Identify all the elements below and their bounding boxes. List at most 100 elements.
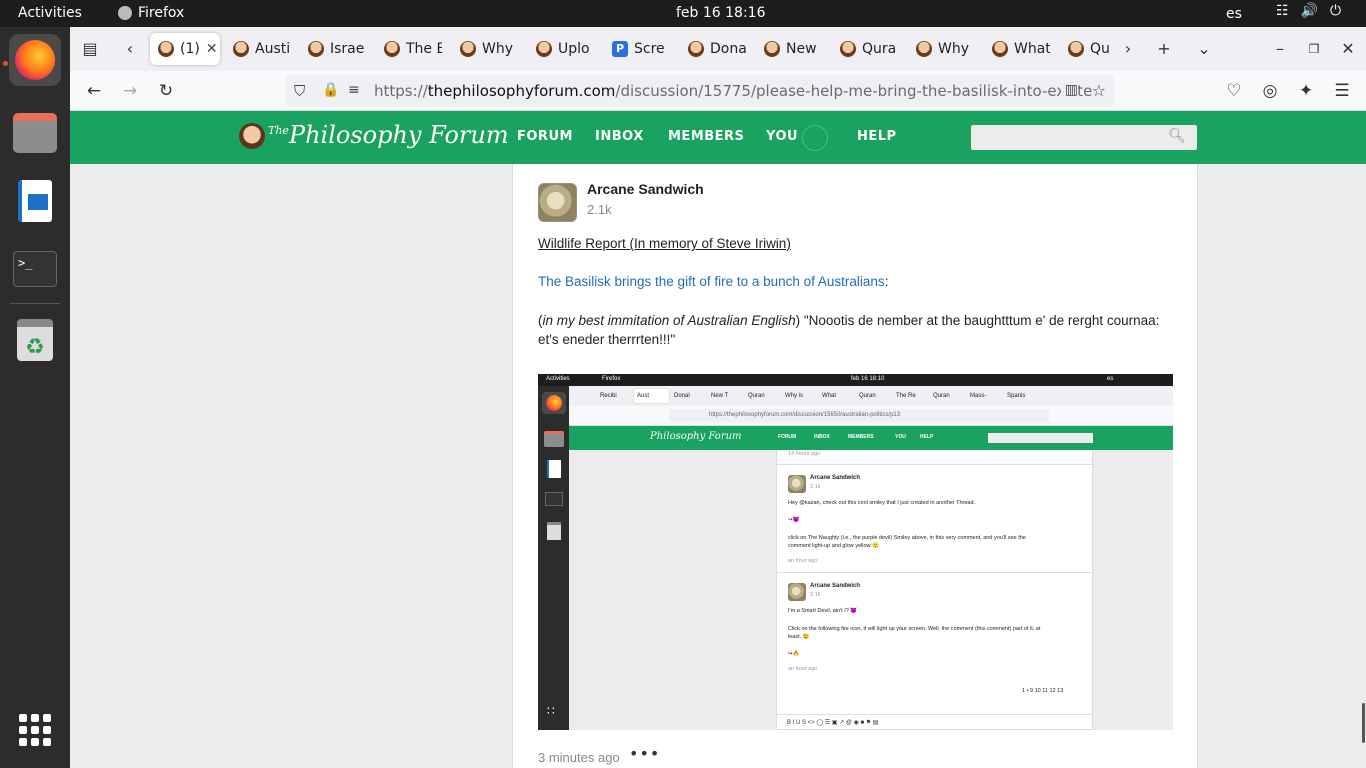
browser-tab[interactable]: Austi [225, 33, 293, 65]
system-tray[interactable]: ☷ 🔊 ⏻ [1276, 3, 1341, 19]
reload-icon[interactable]: ↻ [154, 79, 178, 103]
shot-editor-toolbar: B I U S <> ◯ ☰ ▣ ↗ @ ◉ ■ ⚑ ▤ [776, 714, 1093, 730]
new-tab-icon[interactable]: + [1152, 37, 1176, 61]
dock-files[interactable] [9, 107, 61, 159]
show-apps-icon[interactable] [19, 714, 51, 746]
back-icon[interactable]: ← [82, 79, 106, 103]
basilisk-fire-link[interactable]: The Basilisk brings the gift of fire to … [538, 274, 885, 289]
shot-c1-rep: 2.1k [810, 484, 821, 490]
shot-nav-bar: https://thephilosophyforum.com/discussio… [569, 406, 1173, 426]
url-bar[interactable]: ⛉ 🔒 ≡ https://thephilosophyforum.com/dis… [286, 75, 1114, 107]
close-window-icon[interactable]: ✕ [1336, 37, 1360, 61]
tab-manager-icon[interactable]: ▤ [78, 37, 102, 61]
forward-icon[interactable]: → [118, 79, 142, 103]
tab-label: Uplo [558, 41, 590, 57]
shot-clock: feb 16 18:10 [851, 376, 885, 382]
tab-label: New [786, 41, 817, 57]
shot-c2-line4: ↪🔥 [788, 651, 800, 657]
tab-label: Qu [1090, 41, 1110, 57]
forum-logo[interactable]: ThePhilosophy Forum [268, 121, 509, 149]
list-all-tabs-icon[interactable]: ⌄ [1192, 37, 1216, 61]
browser-tab[interactable]: Why [452, 33, 520, 65]
shot-activities: Activities [546, 376, 570, 382]
nav-help[interactable]: HELP [857, 129, 897, 144]
shot-logo: Philosophy Forum [650, 431, 742, 442]
browser-tab[interactable]: Dona [680, 33, 748, 65]
tab-label: Why [938, 41, 970, 57]
reader-view-icon[interactable]: ▥ [1060, 82, 1078, 98]
quote-text-1: ) "Noootis de nember at the baughtttum e… [795, 313, 1160, 328]
forum-favicon-icon [384, 41, 400, 57]
minimize-icon[interactable]: – [1268, 37, 1292, 61]
tab-label: Why [482, 41, 514, 57]
lock-icon[interactable]: 🔒 [322, 82, 339, 98]
firefox-small-icon [118, 6, 132, 20]
shot-tab: Quran [748, 393, 765, 399]
nav-forum[interactable]: FORUM [517, 129, 573, 144]
shot-separator [777, 572, 1094, 573]
user-avatar-ring[interactable] [802, 125, 828, 151]
shot-terminal-icon [542, 488, 566, 510]
browser-tab[interactable]: (1) ✕ [150, 33, 220, 65]
shot-c1-line2: ↪😈 [788, 517, 800, 523]
tracking-shield-icon[interactable]: ⛉ [294, 82, 305, 100]
author-avatar[interactable] [538, 183, 577, 222]
shot-tab: Donal [674, 393, 690, 399]
url-path: /discussion/15775/please-help-me-bring-t… [615, 82, 1102, 100]
permissions-icon[interactable]: ≡ [348, 82, 360, 98]
page-scrollbar[interactable] [1362, 703, 1365, 743]
shot-tab: Quran [859, 393, 876, 399]
app-menu[interactable]: Firefox [118, 5, 184, 21]
author-name[interactable]: Arcane Sandwich [587, 181, 704, 197]
terminal-icon: >_ [13, 251, 57, 287]
shot-tab: Why is [785, 393, 803, 399]
embedded-screenshot[interactable]: Activities Firefox feb 16 18:10 es ∷ Rec… [538, 374, 1173, 730]
browser-tab[interactable]: Uplo [528, 33, 596, 65]
shot-app: Firefox [602, 376, 621, 382]
browser-tab[interactable]: Israe [300, 33, 368, 65]
forum-logo-icon[interactable] [239, 123, 265, 149]
shot-avatar-1 [788, 475, 806, 493]
search-icon[interactable]: 🔍︎ [1168, 128, 1186, 144]
pocket-icon[interactable]: ♡ [1222, 79, 1246, 103]
nav-you[interactable]: YOU [766, 129, 798, 144]
dock-trash[interactable]: ♻ [9, 314, 61, 366]
close-tab-icon[interactable]: ✕ [206, 41, 218, 57]
forum-favicon-icon [1068, 41, 1084, 57]
shot-dock: ∷ [538, 386, 569, 730]
menu-icon[interactable]: ☰ [1330, 79, 1354, 103]
tabs-scroll-left-icon[interactable]: ‹ [118, 37, 142, 61]
dock-writer[interactable] [9, 175, 61, 227]
dock-firefox[interactable] [9, 34, 61, 86]
browser-tab[interactable]: P Scre [604, 33, 672, 65]
nav-inbox[interactable]: INBOX [595, 129, 644, 144]
wildlife-report-link[interactable]: Wildlife Report (In memory of Steve Iriw… [538, 234, 791, 253]
clock[interactable]: feb 16 18:16 [676, 5, 766, 21]
post-more-options[interactable]: ••• [629, 744, 660, 763]
shot-nav-inbox: INBOX [814, 434, 830, 440]
keyboard-language[interactable]: es [1226, 6, 1242, 22]
nav-members[interactable]: MEMBERS [668, 129, 744, 144]
account-icon[interactable]: ◎ [1258, 79, 1282, 103]
tab-label: (1) [180, 41, 200, 57]
browser-tab[interactable]: Qura [832, 33, 900, 65]
shot-nav-help: HELP [920, 434, 934, 440]
browser-tab[interactable]: What [984, 33, 1052, 65]
extensions-icon[interactable]: ✦ [1294, 79, 1318, 103]
shot-files-icon [542, 428, 566, 450]
forum-header: ThePhilosophy Forum FORUM INBOX MEMBERS … [70, 111, 1366, 164]
tabs-scroll-right-icon[interactable]: › [1116, 37, 1140, 61]
shot-c1-line4: comment light-up and glow yellow 🙂 [788, 543, 879, 549]
maximize-icon[interactable]: ❐ [1302, 37, 1326, 61]
forum-search-input[interactable] [971, 125, 1197, 150]
shot-c2-time: an hour ago [788, 666, 818, 672]
browser-tab[interactable]: Why [908, 33, 976, 65]
bookmark-star-icon[interactable]: ☆ [1091, 81, 1106, 100]
activities-button[interactable]: Activities [18, 5, 82, 21]
browser-tab[interactable]: New [756, 33, 824, 65]
dock-terminal[interactable]: >_ [9, 243, 61, 295]
tab-label: Dona [710, 41, 746, 57]
browser-tab[interactable]: The E [376, 33, 444, 65]
post-time[interactable]: 3 minutes ago [538, 750, 620, 765]
volume-icon: 🔊 [1300, 3, 1318, 19]
